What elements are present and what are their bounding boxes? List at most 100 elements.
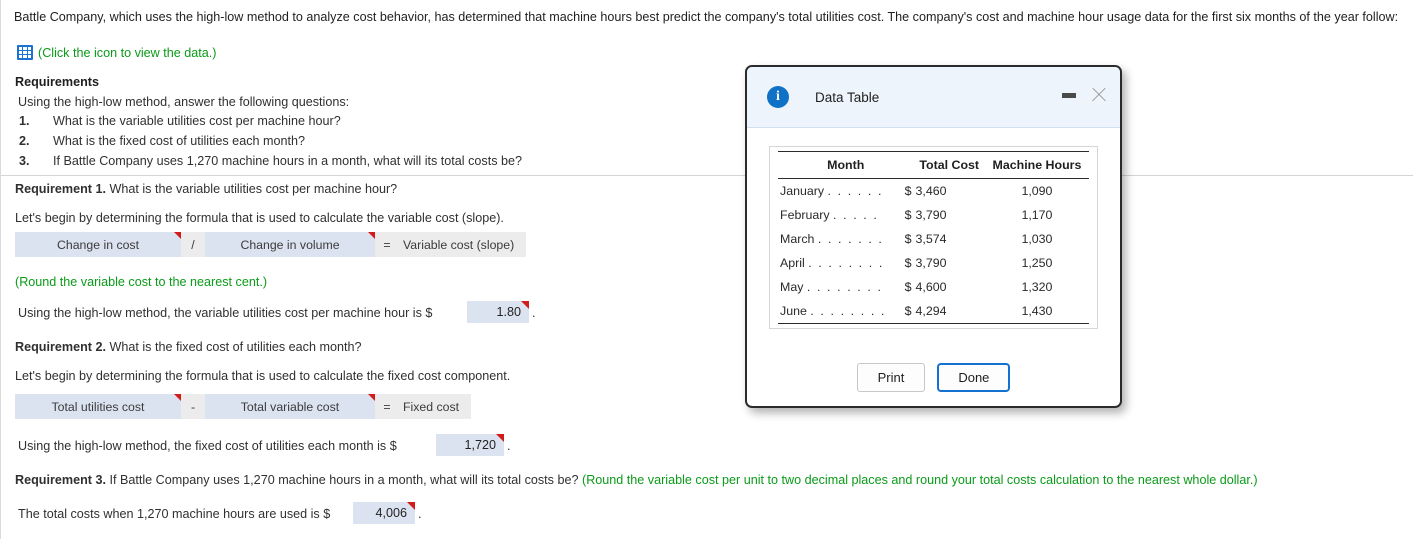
cell-total-cost: 4,600 [915,280,947,294]
cell-month: January . . . . . . [778,179,901,204]
formula-result-label: Variable cost (slope) [399,232,527,257]
list-item-number: 1. [19,114,30,128]
cell-machine-hours: 1,430 [984,299,1089,324]
cell-total-cost: 4,294 [913,299,985,324]
list-item-label: What is the variable utilities cost per … [53,114,341,128]
data-table-dialog: i Data Table Month Total Cost Machine Ho… [745,65,1122,408]
list-item-number: 2. [19,134,30,148]
table-row: June . . . . . . . . $ 4,294 1,430 [778,299,1089,324]
fixed-cost-input[interactable]: 1,720 [436,434,504,456]
list-item-label: If Battle Company uses 1,270 machine hou… [53,154,523,168]
requirement-3-answer-prefix: The total costs when 1,270 machine hours… [18,507,331,521]
requirement-1-question: What is the variable utilities cost per … [109,182,398,196]
cell-currency: $ [904,232,912,246]
fixed-cost-formula-bar: Total utilities cost - Total variable co… [15,394,472,419]
formula2-term2-dropdown[interactable]: Total variable cost [205,394,375,419]
month-dots: . . . . . . . . [806,280,883,294]
requirement-2-label: Requirement 2. [15,340,106,354]
dialog-window-controls [1062,86,1108,104]
requirement-2-leadin: Let's begin by determining the formula t… [15,369,511,383]
requirements-subheading: Using the high-low method, answer the fo… [18,95,350,109]
cell-month: June . . . . . . . . [778,299,902,324]
intro-paragraph: Battle Company, which uses the high-low … [14,10,1399,24]
cell-total-cost: 3,790 [915,256,947,270]
variable-cost-formula-bar: Change in cost / Change in volume = Vari… [15,232,527,257]
total-cost-input[interactable]: 4,006 [353,502,415,524]
month-label: April [780,256,805,270]
cell-month: April . . . . . . . . [778,251,901,275]
cell-machine-hours: 1,250 [1021,256,1053,270]
column-header-total-cost: Total Cost [913,151,985,179]
requirement-1-hint: (Round the variable cost to the nearest … [15,275,268,289]
close-icon[interactable] [1090,86,1108,104]
print-button[interactable]: Print [856,363,926,392]
column-header-machine-hours: Machine Hours [984,151,1089,179]
formula-term1-label: Change in cost [56,237,140,252]
requirement-3-heading: Requirement 3. If Battle Company uses 1,… [15,473,1258,487]
cell-total-cost: 3,790 [915,208,947,222]
spreadsheet-grid-icon[interactable] [17,45,33,60]
cell-machine-hours: 1,030 [1021,232,1053,246]
section-divider [1,175,1413,176]
requirement-3-hint: (Round the variable cost per unit to two… [582,473,1258,487]
cell-machine-hours: 1,090 [1021,184,1053,198]
table-row: January . . . . . . $ 3,460 1,090 [778,179,1089,204]
month-dots: . . . . . . [827,184,884,198]
dialog-title: Data Table [815,89,880,105]
month-label: February [780,208,830,222]
requirement-3-label: Requirement 3. [15,473,106,487]
cell-currency: $ [901,299,914,324]
requirement-1-leadin: Let's begin by determining the formula t… [15,211,504,225]
list-item: 1. What is the variable utilities cost p… [19,114,719,128]
table-row: March . . . . . . . $ 3,574 1,030 [778,227,1089,251]
requirement-2-answer-period: . [507,439,511,453]
list-item-label: What is the fixed cost of utilities each… [53,134,305,148]
requirement-2-question: What is the fixed cost of utilities each… [109,340,362,354]
formula-term2-dropdown[interactable]: Change in volume [205,232,375,257]
month-label: May [780,280,804,294]
requirements-list: 1. What is the variable utilities cost p… [19,114,719,174]
requirement-2-answer-prefix: Using the high-low method, the fixed cos… [18,439,397,453]
list-item: 2. What is the fixed cost of utilities e… [19,134,719,148]
cell-month: May . . . . . . . . [778,275,901,299]
table-header-row: Month Total Cost Machine Hours [778,151,1089,179]
variable-cost-input[interactable]: 1.80 [467,301,529,323]
formula2-result-label: Fixed cost [399,394,472,419]
cell-machine-hours: 1,170 [1021,208,1053,222]
requirement-1-answer-prefix: Using the high-low method, the variable … [18,306,433,320]
table-row: April . . . . . . . . $ 3,790 1,250 [778,251,1089,275]
requirement-3-answer-period: . [418,507,422,521]
requirements-heading: Requirements [15,75,99,89]
month-label: March [780,232,815,246]
data-table-link-label[interactable]: (Click the icon to view the data.) [38,46,217,60]
formula2-term2-label: Total variable cost [240,399,340,414]
info-icon: i [767,86,789,108]
dialog-body: Month Total Cost Machine Hours January .… [747,128,1120,329]
formula-term1-dropdown[interactable]: Change in cost [15,232,181,257]
data-table-link[interactable]: (Click the icon to view the data.) [17,45,217,60]
month-label: June [780,304,807,318]
cell-month: March . . . . . . . [778,227,901,251]
formula2-term1-dropdown[interactable]: Total utilities cost [15,394,181,419]
cell-currency: $ [904,256,912,270]
requirement-1-answer-period: . [532,306,536,320]
formula2-operator: - [181,394,205,419]
cell-currency: $ [904,208,912,222]
month-label: January [780,184,825,198]
cell-currency: $ [904,184,912,198]
minimize-icon[interactable] [1062,92,1076,98]
formula2-term1-label: Total utilities cost [51,399,145,414]
column-header-month: Month [778,151,914,179]
data-table: Month Total Cost Machine Hours January .… [778,151,1089,324]
cell-total-cost: 3,574 [915,232,947,246]
formula-operator: / [181,232,205,257]
month-dots: . . . . . . . [817,232,884,246]
list-item: 3. If Battle Company uses 1,270 machine … [19,154,719,168]
month-dots: . . . . . . . . [808,256,884,270]
requirement-3-question: If Battle Company uses 1,270 machine hou… [109,473,579,487]
requirement-2-heading: Requirement 2. What is the fixed cost of… [15,340,361,354]
cell-total-cost: 3,460 [915,184,947,198]
done-button[interactable]: Done [937,363,1011,392]
cell-month: February . . . . . [778,203,901,227]
month-dots: . . . . . . . . [810,304,886,318]
